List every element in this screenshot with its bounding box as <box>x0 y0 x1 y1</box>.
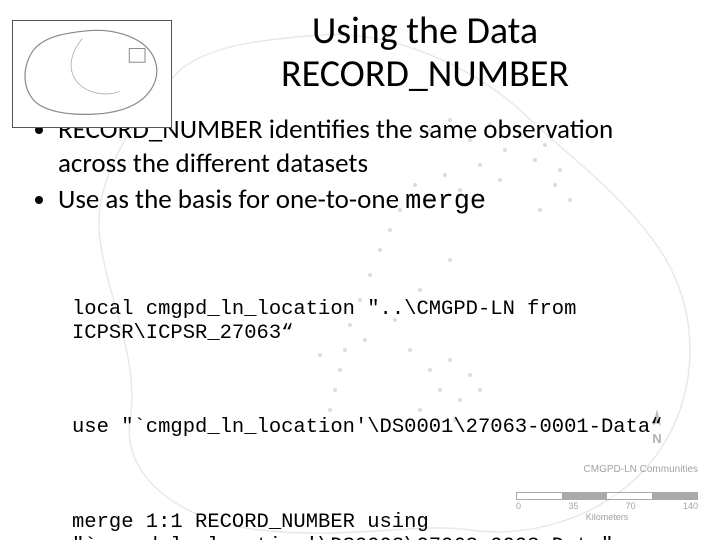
bullet-item: Use as the basis for one-to-one merge <box>58 183 684 220</box>
bullet-text: Use as the basis for one-to-one <box>58 183 405 216</box>
bullet-list: RECORD_NUMBER identifies the same observ… <box>36 113 684 219</box>
code-line: use "`cmgpd_ln_location'\DS0001\27063-00… <box>72 416 684 440</box>
inline-code: merge <box>405 187 486 217</box>
china-inset-map <box>12 20 172 128</box>
code-block: local cmgpd_ln_location "..\CMGPD-LN fro… <box>72 249 684 540</box>
code-line: local cmgpd_ln_location "..\CMGPD-LN fro… <box>72 298 684 346</box>
code-line: merge 1:1 RECORD_NUMBER using "`cmgpd_ln… <box>72 511 684 540</box>
